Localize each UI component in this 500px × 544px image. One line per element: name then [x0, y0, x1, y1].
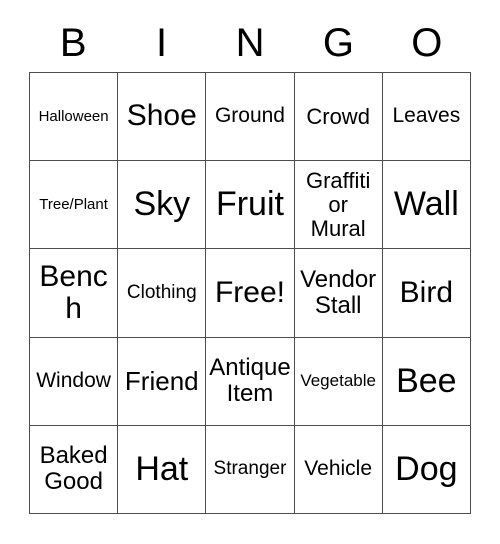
header-letter-i: I — [156, 21, 168, 65]
bingo-cell[interactable]: Bird — [382, 249, 471, 338]
bingo-cell-label: Bee — [396, 361, 457, 400]
header-letter-o: O — [411, 21, 443, 65]
bingo-cell-label: Vendor Stall — [300, 266, 377, 319]
bingo-cell[interactable]: Sky — [118, 161, 207, 250]
bingo-cell[interactable]: Vegetable — [294, 337, 383, 426]
bingo-cell[interactable]: Crowd — [294, 73, 383, 162]
bingo-card: B I N G O Halloween Shoe Ground Crowd Leaves… — [29, 14, 471, 514]
bingo-cell[interactable]: Bench — [30, 249, 119, 338]
bingo-cell-label: Bird — [399, 275, 454, 309]
bingo-grid-row: Tree/Plant Sky Fruit Graffiti or Mural Wall — [30, 161, 471, 250]
bingo-header: B I N G O — [29, 14, 471, 72]
bingo-cell-label: Fruit — [215, 185, 284, 224]
bingo-cell-label: Antique Item — [209, 354, 291, 408]
bingo-grid-row: Bench Clothing Free! Vendor Stall Bird — [30, 249, 471, 338]
bingo-cell-label: Baked Good — [39, 442, 108, 496]
bingo-cell-label: Window — [36, 368, 111, 392]
bingo-cell[interactable]: Dog — [382, 425, 471, 514]
bingo-cell-label: Graffiti or Mural — [305, 168, 371, 241]
bingo-cell[interactable]: Halloween — [30, 73, 119, 162]
bingo-cell[interactable]: Vehicle — [294, 425, 383, 514]
bingo-cell[interactable]: Free! — [206, 249, 295, 338]
bingo-cell-label: Leaves — [392, 104, 461, 128]
header-letter-g: G — [322, 21, 354, 65]
bingo-cell-label: Hat — [135, 449, 189, 488]
bingo-cell[interactable]: Vendor Stall — [294, 249, 383, 338]
header-letter-b: B — [59, 21, 87, 65]
bingo-cell[interactable]: Baked Good — [30, 425, 119, 514]
bingo-cell-label: Sky — [133, 185, 191, 224]
bingo-cell[interactable]: Stranger — [206, 425, 295, 514]
bingo-cell[interactable]: Hat — [118, 425, 207, 514]
bingo-grid: Halloween Shoe Ground Crowd Leaves Tree/Plant… — [29, 72, 471, 514]
bingo-cell[interactable]: Bee — [382, 337, 471, 426]
bingo-cell[interactable]: Antique Item — [206, 337, 295, 426]
bingo-cell[interactable]: Fruit — [206, 161, 295, 250]
bingo-cell[interactable]: Leaves — [382, 73, 471, 162]
bingo-cell-label: Vehicle — [304, 457, 373, 480]
bingo-cell[interactable]: Ground — [206, 73, 295, 162]
bingo-grid-row: Halloween Shoe Ground Crowd Leaves — [30, 73, 471, 162]
header-letter-n: N — [235, 21, 265, 65]
bingo-grid-row: Baked Good Hat Stranger Vehicle Dog — [30, 425, 471, 514]
bingo-cell[interactable]: Wall — [382, 161, 471, 250]
bingo-cell-label: Dog — [395, 449, 458, 488]
bingo-cell[interactable]: Clothing — [118, 249, 207, 338]
bingo-cell-label: Shoe — [126, 99, 197, 133]
bingo-cell-label: Crowd — [306, 103, 370, 129]
bingo-cell-label: Wall — [393, 185, 459, 224]
bingo-cell-label: Vegetable — [300, 370, 376, 390]
bingo-cell[interactable]: Friend — [118, 337, 207, 426]
bingo-grid-row: Window Friend Antique Item Vegetable Bee — [30, 337, 471, 426]
bingo-cell-label: Tree/Plant — [39, 195, 108, 213]
bingo-cell[interactable]: Window — [30, 337, 119, 426]
bingo-cell-label: Bench — [39, 259, 108, 325]
bingo-cell-label: Stranger — [213, 458, 287, 480]
bingo-cell-label: Free! — [214, 275, 285, 309]
bingo-cell-label: Friend — [124, 366, 199, 397]
bingo-cell[interactable]: Shoe — [118, 73, 207, 162]
bingo-cell-label: Halloween — [38, 107, 109, 125]
bingo-cell[interactable]: Tree/Plant — [30, 161, 119, 250]
bingo-cell-label: Clothing — [126, 281, 197, 303]
bingo-cell-label: Ground — [214, 104, 285, 128]
bingo-cell[interactable]: Graffiti or Mural — [294, 161, 383, 250]
